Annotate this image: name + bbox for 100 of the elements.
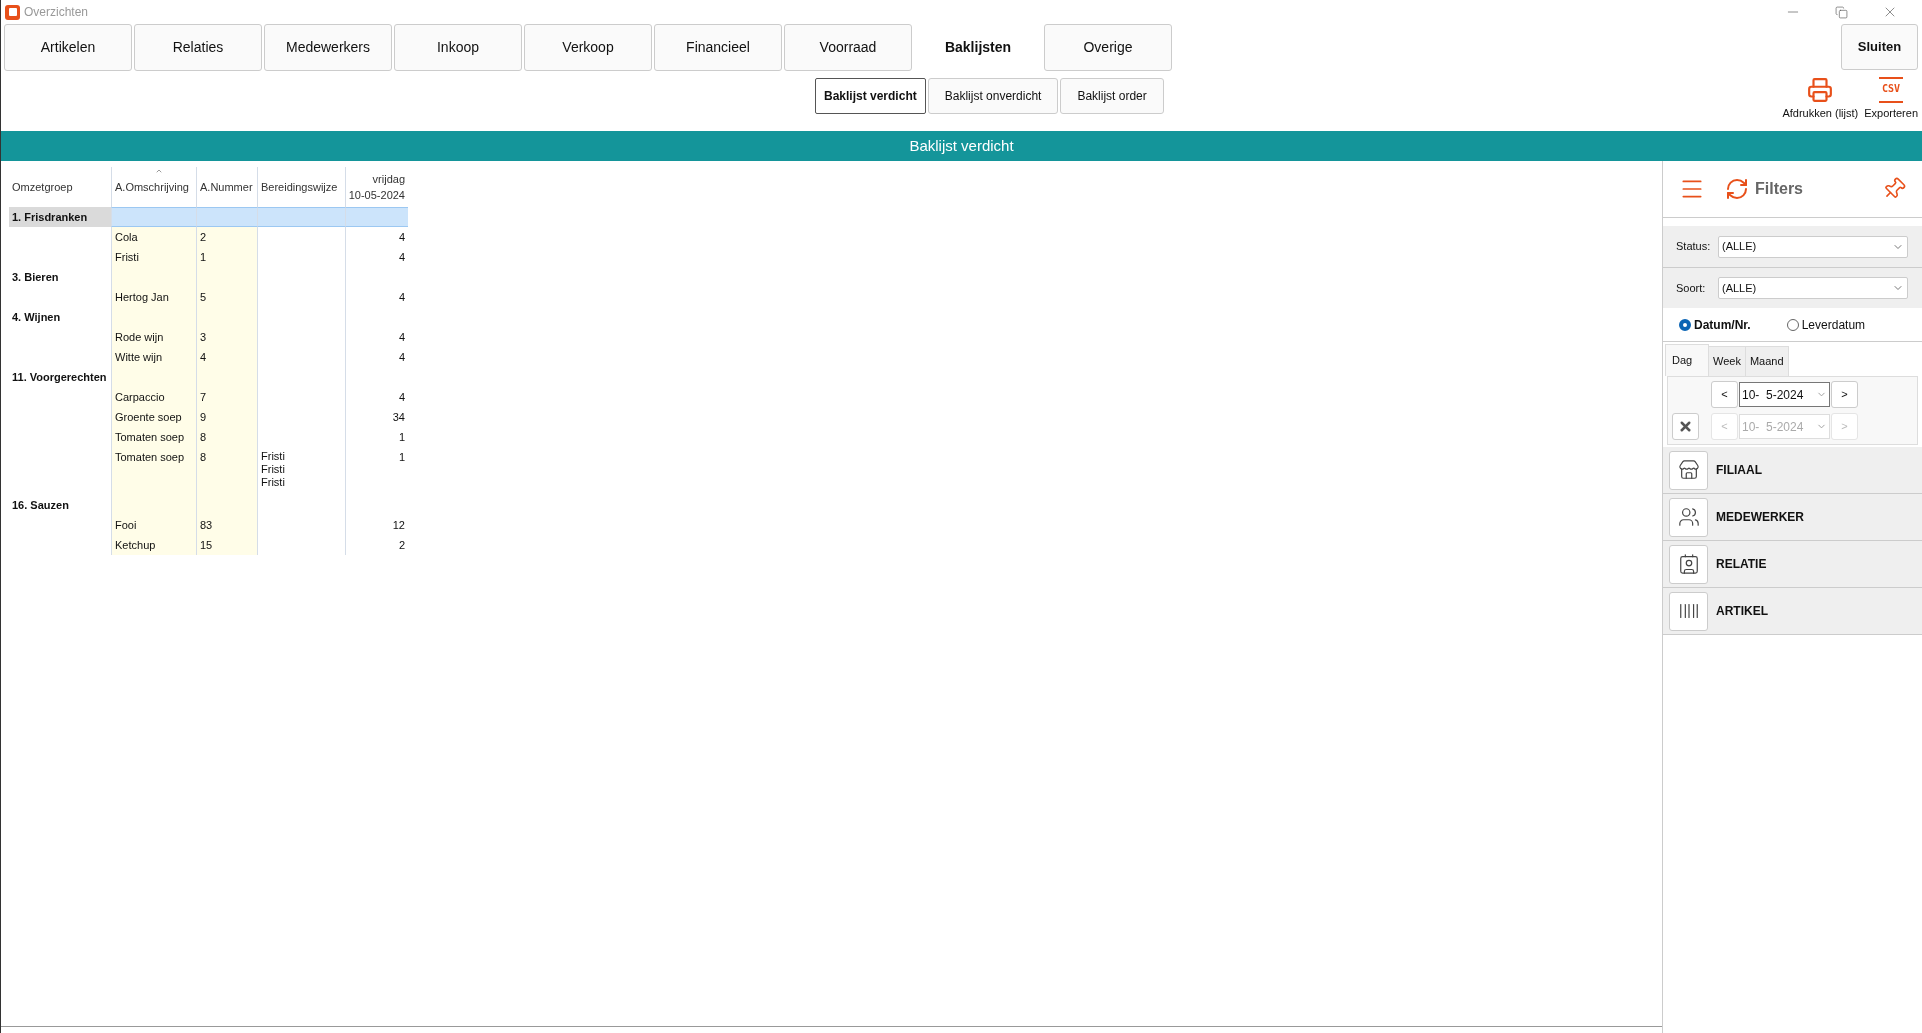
table-row[interactable]: Cola 2 4 — [9, 227, 1662, 247]
table-row[interactable]: Witte wijn 4 4 — [9, 347, 1662, 367]
table-cell: 1 — [200, 251, 207, 263]
table-cell-text: Fristi — [261, 476, 286, 489]
table-cell: 34 — [392, 411, 405, 423]
group-row[interactable]: 11. Voorgerechten — [9, 367, 1662, 387]
table-cell: Cola — [115, 231, 138, 243]
table-cell: Tomaten soep — [115, 451, 185, 463]
sort-ascending-icon — [154, 167, 164, 175]
app-logo-icon — [5, 4, 20, 20]
table-cell: Witte wijn — [115, 351, 163, 363]
table-cell: 3 — [200, 331, 207, 343]
table-cell: 2 — [398, 539, 405, 551]
table-cell-text: Fristi — [261, 463, 286, 476]
table-cell: 4 — [398, 331, 405, 343]
period-tab[interactable]: Maand — [1745, 346, 1789, 376]
print-button[interactable]: Afdrukken (lijst) — [1782, 77, 1859, 122]
nav-tab[interactable]: Inkoop — [394, 24, 522, 71]
group-label: 16. Sauzen — [12, 497, 69, 513]
nav-tab[interactable]: Artikelen — [4, 24, 132, 71]
close-button[interactable]: Sluiten — [1841, 24, 1918, 70]
table-cell: 4 — [398, 291, 405, 303]
table-row[interactable]: Ketchup 15 2 — [9, 535, 1662, 555]
store-icon — [1677, 459, 1700, 481]
table-row[interactable]: Fristi 1 4 — [9, 247, 1662, 267]
table-row[interactable]: Hertog Jan 5 4 — [9, 287, 1662, 307]
table-cell: Fooi — [115, 519, 137, 531]
table-cell: 2 — [200, 231, 207, 243]
group-label: 3. Bieren — [12, 269, 59, 285]
group-row[interactable]: 3. Bieren — [9, 267, 1662, 287]
table-cell: 4 — [398, 391, 405, 403]
nav-tab[interactable]: Financieel — [654, 24, 782, 71]
table-cell: Fristi — [115, 251, 139, 263]
filter-section[interactable]: ARTIKEL — [1663, 588, 1922, 635]
group-label: 1. Frisdranken — [12, 209, 88, 225]
filters-title: Filters — [1755, 179, 1803, 199]
contact-card-icon — [1677, 553, 1700, 575]
refresh-icon[interactable] — [1725, 177, 1749, 201]
filter-section[interactable]: FILIAAL — [1663, 447, 1922, 494]
window-title: Overzichten — [24, 4, 89, 21]
table-cell: 4 — [398, 351, 405, 363]
filter-dropdown[interactable]: (ALLE) — [1718, 277, 1908, 299]
group-label: 11. Voorgerechten — [12, 369, 107, 385]
table-cell: 83 — [200, 519, 213, 531]
table-cell: 1 — [398, 451, 405, 463]
radio-option[interactable]: Leverdatum — [1786, 315, 1866, 334]
table-cell: 5 — [200, 291, 207, 303]
nav-tab[interactable]: Relaties — [134, 24, 262, 71]
clear-date-button[interactable] — [1672, 413, 1699, 440]
next-date-button[interactable]: > — [1831, 381, 1858, 408]
table-row[interactable]: Fooi 83 12 — [9, 515, 1662, 535]
report-title-bar: Baklijst verdicht — [1, 131, 1922, 161]
filter-section[interactable]: MEDEWERKER — [1663, 494, 1922, 541]
sub-tab[interactable]: Baklijst onverdicht — [927, 78, 1059, 114]
sub-tab[interactable]: Baklijst order — [1060, 78, 1164, 114]
period-tab[interactable]: Week — [1709, 346, 1746, 376]
table-cell: Groente soep — [115, 411, 182, 423]
export-button[interactable]: CSV Exporteren — [1864, 77, 1918, 122]
table-cell: 7 — [200, 391, 207, 403]
table-cell: Carpaccio — [115, 391, 165, 403]
table-cell: 15 — [200, 539, 213, 551]
filter-section[interactable]: RELATIE — [1663, 541, 1922, 588]
table-cell: Hertog Jan — [115, 291, 169, 303]
table-cell: 8 — [200, 451, 207, 463]
table-cell: 4 — [398, 231, 405, 243]
table-cell: 4 — [398, 251, 405, 263]
table-row[interactable]: Tomaten soep 8 Fristi Fristi Fristi 1 — [9, 447, 1662, 495]
restore-icon[interactable] — [1835, 5, 1848, 19]
radio-option[interactable]: Datum/Nr. — [1679, 315, 1751, 334]
table-row[interactable]: Carpaccio 7 4 — [9, 387, 1662, 407]
table-row[interactable]: Rode wijn 3 4 — [9, 327, 1662, 347]
table-row[interactable]: Groente soep 9 34 — [9, 407, 1662, 427]
group-row[interactable]: 1. Frisdranken — [9, 207, 1662, 227]
previous-date-button[interactable]: < — [1711, 381, 1738, 408]
table-cell: 1 — [398, 431, 405, 443]
table-cell: Ketchup — [115, 539, 156, 551]
table-cell: 9 — [200, 411, 207, 423]
table-row[interactable]: Tomaten soep 8 1 — [9, 427, 1662, 447]
close-icon — [1678, 419, 1693, 434]
date-field[interactable]: 10- 5-2024 — [1739, 382, 1830, 407]
sub-tab[interactable]: Baklijst verdicht — [815, 78, 926, 114]
column-header[interactable]: Omzetgroep — [9, 167, 111, 207]
filter-dropdown[interactable]: (ALLE) — [1718, 235, 1908, 258]
table-cell: 4 — [200, 351, 207, 363]
period-tab[interactable]: Dag — [1665, 344, 1709, 376]
table-cell: Rode wijn — [115, 331, 164, 343]
table-cell: Tomaten soep — [115, 431, 185, 443]
filter-label: Status: — [1676, 239, 1712, 255]
table-cell-text: Fristi — [261, 450, 286, 463]
table-cell: 12 — [392, 519, 405, 531]
nav-tab[interactable]: Verkoop — [524, 24, 652, 71]
nav-tab[interactable]: Medewerkers — [264, 24, 392, 71]
group-row[interactable]: 16. Sauzen — [9, 495, 1662, 515]
table-cell: 8 — [200, 431, 207, 443]
group-label: 4. Wijnen — [12, 309, 61, 325]
nav-tab[interactable]: Voorraad — [784, 24, 912, 71]
printer-icon — [1807, 77, 1834, 103]
people-icon — [1677, 506, 1700, 528]
nav-tab[interactable]: Overige — [1044, 24, 1172, 71]
group-row[interactable]: 4. Wijnen — [9, 307, 1662, 327]
